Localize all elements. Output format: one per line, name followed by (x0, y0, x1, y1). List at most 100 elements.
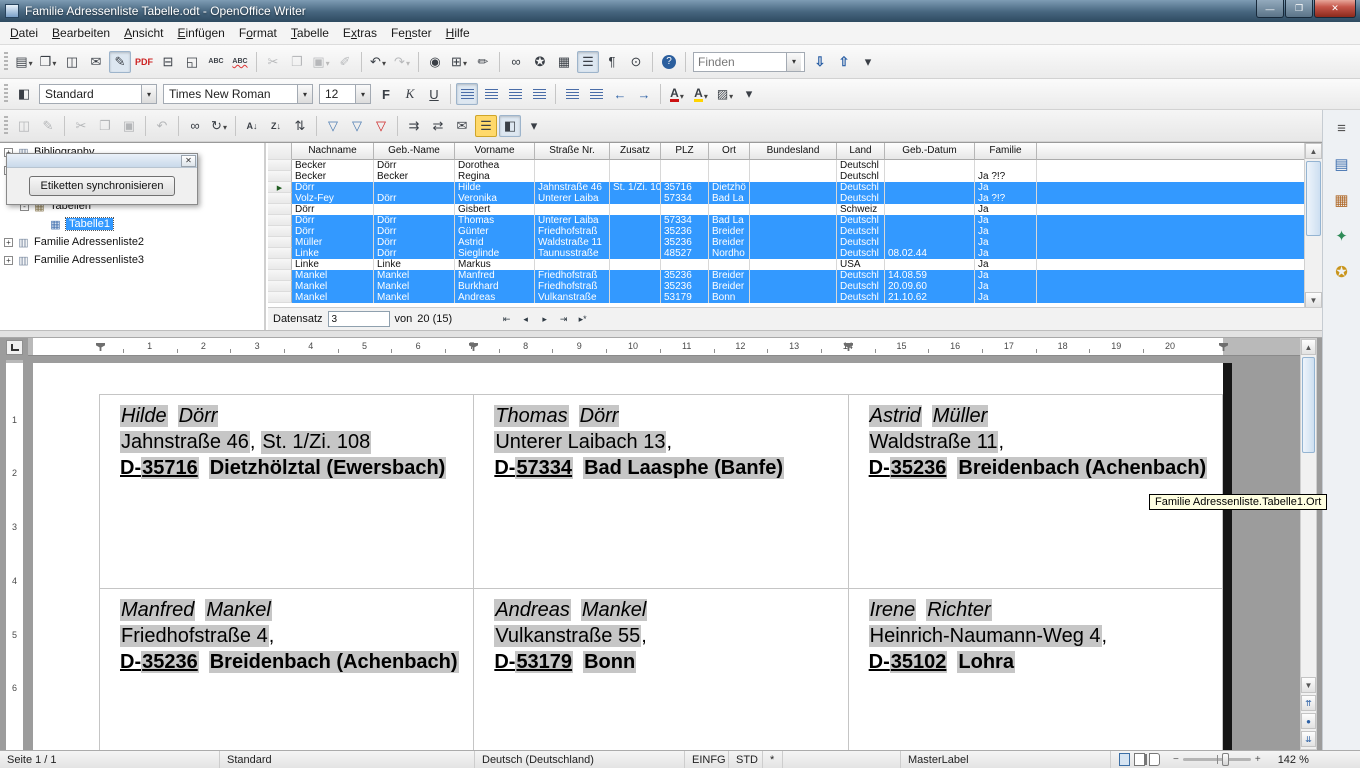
status-language[interactable]: Deutsch (Deutschland) (475, 751, 685, 768)
grid-cell[interactable]: 35236 (661, 281, 709, 292)
justify-button[interactable] (528, 83, 550, 105)
grid-cell[interactable]: 57334 (661, 193, 709, 204)
grid-cell[interactable] (610, 259, 661, 270)
grid-cell[interactable] (885, 182, 975, 193)
grid-cell[interactable] (750, 204, 837, 215)
grid-cell[interactable]: 53179 (661, 292, 709, 303)
multi-page-view-button[interactable] (1134, 753, 1145, 766)
grid-cell[interactable]: Jahnstraße 46 (535, 182, 610, 193)
menu-fenster[interactable]: Fenster (384, 23, 439, 43)
help-button[interactable]: ? (658, 51, 680, 73)
grid-cell[interactable]: Thomas (455, 215, 535, 226)
background-color-button[interactable]: ▨ (714, 83, 736, 105)
row-header[interactable] (268, 160, 292, 171)
navigator-button[interactable]: ✪ (529, 51, 551, 73)
grid-cell[interactable] (750, 171, 837, 182)
zoom-button[interactable]: ⊙ (625, 51, 647, 73)
grid-cell[interactable] (750, 270, 837, 281)
row-header[interactable] (268, 226, 292, 237)
grid-cell[interactable]: Manfred (455, 270, 535, 281)
data-to-text-button[interactable]: ⇉ (403, 115, 425, 137)
grid-cell[interactable] (885, 171, 975, 182)
paragraph-style-combo[interactable]: Standard (39, 84, 157, 104)
grid-cell[interactable]: Deutschl (837, 248, 885, 259)
grid-cell[interactable]: Deutschl (837, 281, 885, 292)
grid-cell[interactable]: Markus (455, 259, 535, 270)
address-label[interactable]: HildeDörrJahnstraße 46,St. 1/Zi. 108D-35… (100, 395, 474, 589)
tree-item-familie-adressenliste3[interactable]: +▥Familie Adressenliste3 (0, 251, 264, 269)
grid-cell[interactable]: Dörr (292, 226, 374, 237)
grid-cell[interactable]: Deutschl (837, 215, 885, 226)
grid-cell[interactable]: Mankel (374, 270, 455, 281)
grid-cell[interactable]: Ja (975, 292, 1037, 303)
menu-tabelle[interactable]: Tabelle (284, 23, 336, 43)
grid-cell[interactable]: Deutschl (837, 160, 885, 171)
grid-cell[interactable] (885, 204, 975, 215)
grid-cell[interactable]: Deutschl (837, 270, 885, 281)
status-page[interactable]: Seite 1 / 1 (0, 751, 220, 768)
grid-cell[interactable] (885, 160, 975, 171)
grid-cell[interactable] (610, 193, 661, 204)
decrease-indent-button[interactable]: ← (609, 83, 631, 105)
grid-cell[interactable]: 35716 (661, 182, 709, 193)
grid-cell[interactable]: 48527 (661, 248, 709, 259)
increase-indent-button[interactable]: → (633, 83, 655, 105)
grid-cell[interactable]: Ja (975, 204, 1037, 215)
italic-button[interactable]: K (399, 83, 421, 105)
grid-cell[interactable]: Deutschl (837, 171, 885, 182)
grid-cell[interactable]: Breider (709, 237, 750, 248)
grid-cell[interactable]: Astrid (455, 237, 535, 248)
open-button[interactable]: ❒ (37, 51, 59, 73)
grid-cell[interactable]: Unterer Laiba (535, 215, 610, 226)
address-label[interactable]: AstridMüllerWaldstraße 11,D-35236Breiden… (849, 395, 1223, 589)
zoom-slider[interactable]: − + (1168, 754, 1266, 765)
grid-cell[interactable]: Burkhard (455, 281, 535, 292)
menu-ansicht[interactable]: Ansicht (117, 23, 170, 43)
export-pdf-button[interactable]: PDF (133, 51, 155, 73)
spelling-button[interactable]: ABC (205, 51, 227, 73)
grid-cell[interactable]: 21.10.62 (885, 292, 975, 303)
status-selection-mode[interactable]: STD (729, 751, 763, 768)
grid-cell[interactable]: Becker (292, 171, 374, 182)
edit-file-button[interactable]: ✎ (109, 51, 131, 73)
grid-cell[interactable] (535, 259, 610, 270)
record-number-input[interactable] (328, 311, 390, 327)
grid-cell[interactable]: USA (837, 259, 885, 270)
sidebar-menu-button[interactable]: ≡ (1330, 116, 1354, 140)
draw-functions-button[interactable]: ✏ (472, 51, 494, 73)
toolbar-options-button[interactable]: ▾ (523, 115, 545, 137)
next-page-button[interactable]: ⇊ (1301, 731, 1316, 747)
grid-cell[interactable]: Ja (975, 237, 1037, 248)
grid-cell[interactable]: Dörr (374, 160, 455, 171)
grid-cell[interactable]: Dörr (292, 182, 374, 193)
zoom-track[interactable] (1183, 758, 1251, 761)
row-header[interactable] (268, 204, 292, 215)
grid-scrollbar[interactable]: ▲ ▼ (1304, 143, 1322, 308)
grid-cell[interactable] (975, 160, 1037, 171)
grid-cell[interactable]: Mankel (374, 281, 455, 292)
row-header[interactable] (268, 292, 292, 303)
grid-row[interactable]: MankelMankelManfredFriedhofstraß35236Bre… (268, 270, 1304, 281)
grid-cell[interactable] (610, 215, 661, 226)
grid-cell[interactable]: Günter (455, 226, 535, 237)
grid-cell[interactable]: Vulkanstraße (535, 292, 610, 303)
save-button[interactable]: ◫ (61, 51, 83, 73)
grid-cell[interactable] (709, 259, 750, 270)
close-button[interactable]: ✕ (1314, 0, 1356, 18)
toolbar-grip[interactable] (4, 52, 8, 72)
grid-cell[interactable]: 35236 (661, 226, 709, 237)
grid-cell[interactable]: Linke (292, 259, 374, 270)
next-record-button[interactable]: ▸ (535, 311, 554, 328)
tree-item-familie-adressenliste2[interactable]: +▥Familie Adressenliste2 (0, 233, 264, 251)
grid-cell[interactable] (374, 182, 455, 193)
row-header[interactable] (268, 237, 292, 248)
find-down-button[interactable]: ⇩ (809, 51, 831, 73)
grid-cell[interactable] (750, 292, 837, 303)
grid-row[interactable]: Volz-FeyDörrVeronikaUnterer Laiba57334Ba… (268, 193, 1304, 204)
grid-cell[interactable] (661, 171, 709, 182)
grid-cell[interactable] (610, 226, 661, 237)
grid-cell[interactable]: Dörr (374, 248, 455, 259)
find-input[interactable] (694, 53, 786, 71)
grid-cell[interactable] (750, 259, 837, 270)
grid-cell[interactable]: Taunusstraße (535, 248, 610, 259)
